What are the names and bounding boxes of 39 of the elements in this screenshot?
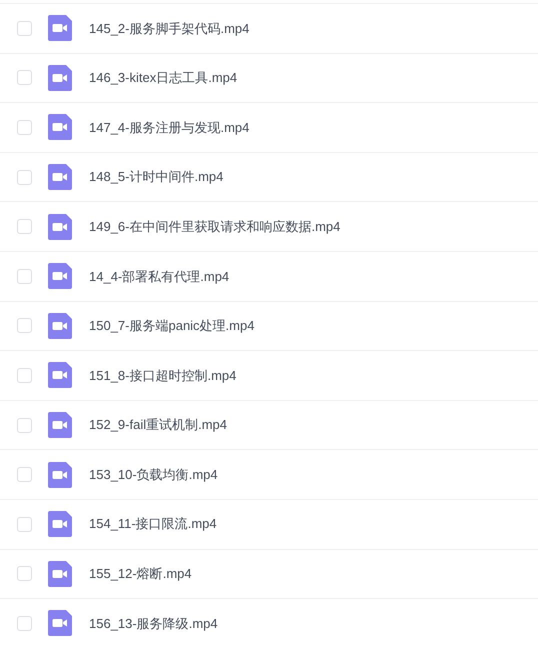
file-name[interactable]: 150_7-服务端panic处理.mp4 (89, 316, 254, 336)
video-file-icon (48, 511, 72, 538)
checkbox[interactable] (17, 120, 32, 135)
video-file-icon (48, 263, 72, 290)
checkbox[interactable] (17, 20, 32, 36)
video-file-icon (48, 462, 72, 488)
video-file-icon (48, 214, 72, 240)
checkbox[interactable] (17, 219, 32, 234)
video-file-icon (48, 362, 72, 388)
file-name[interactable]: 151_8-接口超时控制.mp4 (89, 366, 236, 386)
file-name[interactable]: 145_2-服务脚手架代码.mp4 (89, 18, 250, 38)
checkbox[interactable] (17, 170, 32, 185)
file-name[interactable]: 147_4-服务注册与发现.mp4 (89, 118, 250, 138)
video-file-icon (48, 312, 72, 339)
checkbox[interactable] (17, 318, 32, 334)
checkbox[interactable] (17, 70, 32, 86)
file-name[interactable]: 149_6-在中间件里获取请求和响应数据.mp4 (89, 216, 340, 236)
checkbox[interactable] (17, 467, 32, 482)
video-file-icon (48, 164, 72, 190)
file-name[interactable]: 155_12-熔断.mp4 (89, 564, 192, 584)
file-name[interactable]: 154_11-接口限流.mp4 (89, 514, 217, 534)
video-file-icon (48, 560, 72, 587)
video-file-icon (48, 610, 72, 636)
video-file-icon (48, 114, 72, 140)
file-name[interactable]: 156_13-服务降级.mp4 (89, 614, 218, 634)
checkbox[interactable] (17, 616, 32, 631)
video-file-icon (48, 64, 72, 91)
file-name[interactable]: 153_10-负载均衡.mp4 (89, 464, 218, 484)
file-name[interactable]: 14_4-部署私有代理.mp4 (89, 266, 230, 286)
video-file-icon (48, 15, 72, 42)
file-name[interactable]: 148_5-计时中间件.mp4 (89, 167, 224, 187)
checkbox[interactable] (17, 516, 32, 532)
checkbox[interactable] (17, 418, 32, 433)
checkbox[interactable] (17, 368, 32, 383)
file-name[interactable]: 152_9-fail重试机制.mp4 (89, 415, 227, 435)
video-file-icon (48, 412, 72, 438)
file-name[interactable]: 146_3-kitex日志工具.mp4 (89, 68, 238, 88)
checkbox[interactable] (17, 268, 32, 284)
checkbox[interactable] (17, 566, 32, 582)
